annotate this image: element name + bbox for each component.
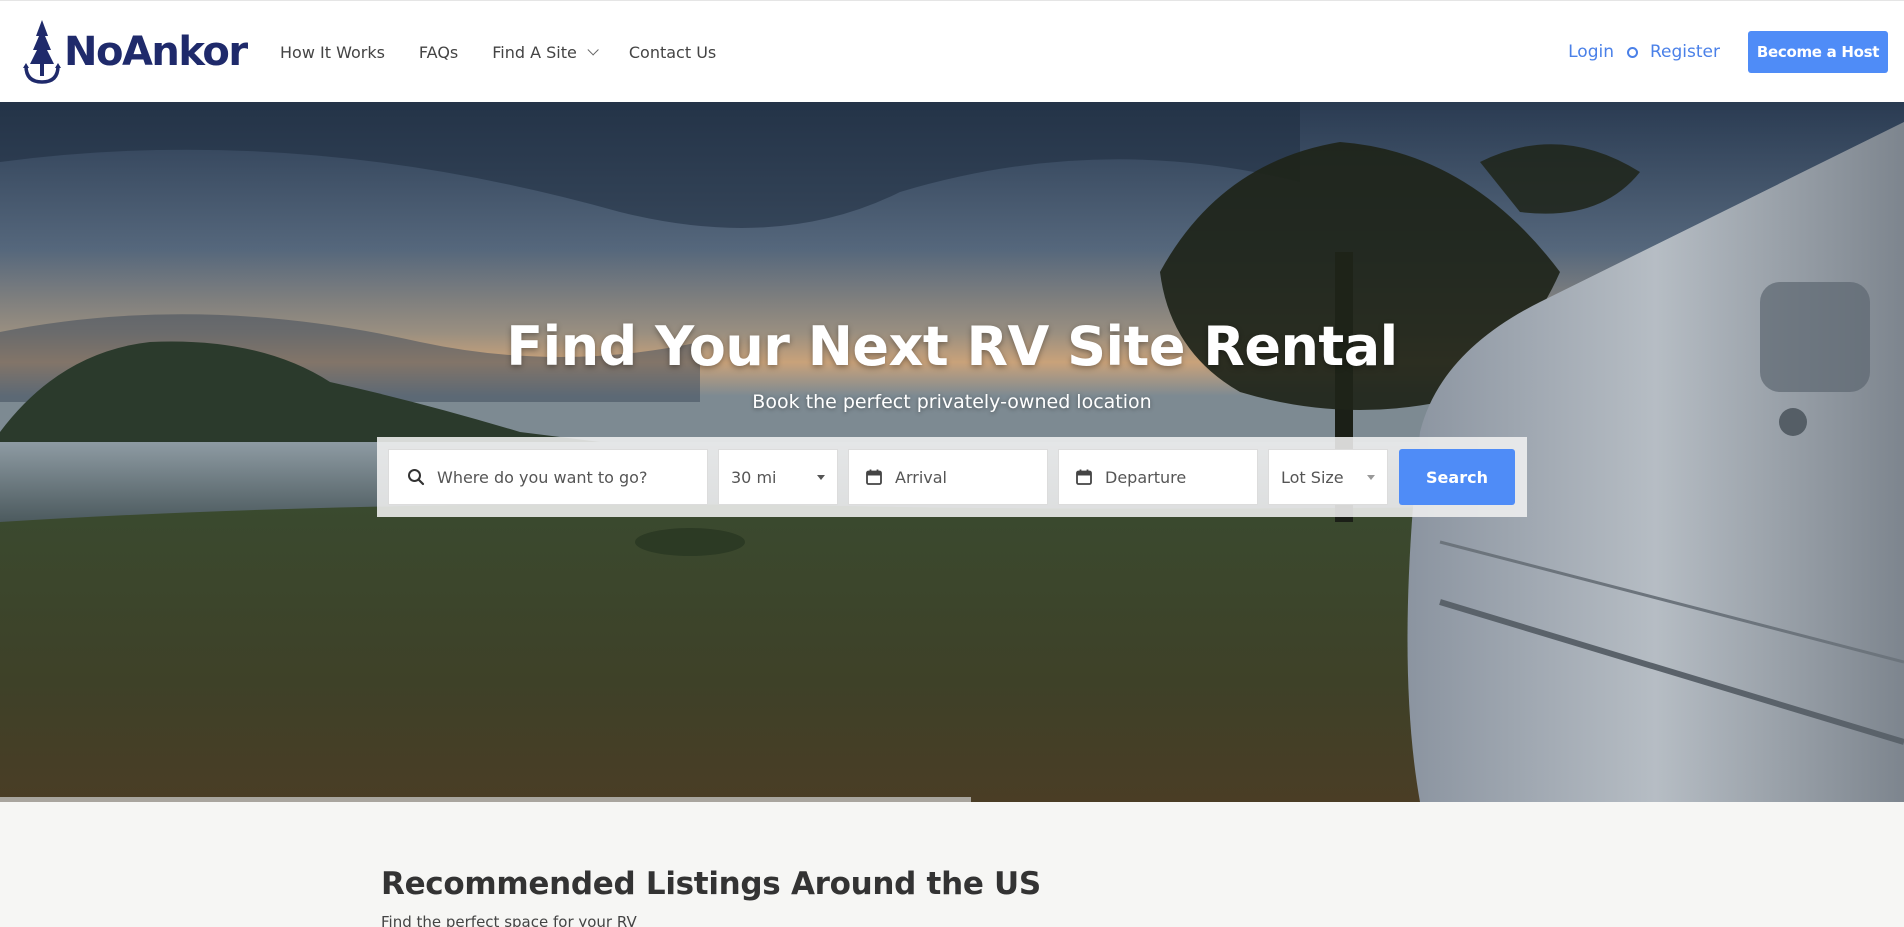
calendar-icon (1076, 469, 1092, 485)
site-header: NoAnkor How It Works FAQs Find A Site Co… (0, 0, 1904, 102)
lot-size-value: Lot Size (1281, 467, 1344, 487)
main-nav: How It Works FAQs Find A Site Contact Us (280, 1, 750, 103)
brand-logo[interactable]: NoAnkor (22, 17, 248, 87)
location-search-input[interactable]: Where do you want to go? (388, 449, 708, 505)
search-icon (408, 469, 425, 486)
nav-faqs[interactable]: FAQs (419, 43, 458, 62)
arrival-date-input[interactable]: Arrival (848, 449, 1048, 505)
caret-down-icon (817, 475, 825, 480)
nav-how-it-works[interactable]: How It Works (280, 43, 385, 62)
distance-select[interactable]: 30 mi (718, 449, 838, 505)
recommended-listings-subtitle: Find the perfect space for your RV (381, 913, 637, 927)
lot-size-select[interactable]: Lot Size (1268, 449, 1388, 505)
location-placeholder: Where do you want to go? (437, 467, 648, 487)
caret-down-icon (1367, 475, 1375, 480)
departure-date-input[interactable]: Departure (1058, 449, 1258, 505)
hero-title: Find Your Next RV Site Rental (506, 315, 1398, 378)
hero-banner: Find Your Next RV Site Rental Book the p… (0, 102, 1904, 802)
distance-value: 30 mi (731, 467, 777, 487)
hero-subtitle: Book the perfect privately-owned locatio… (752, 391, 1152, 413)
search-button[interactable]: Search (1399, 449, 1515, 505)
separator-circle-icon (1627, 46, 1638, 58)
arrival-placeholder: Arrival (895, 467, 947, 487)
recommended-listings-title: Recommended Listings Around the US (381, 866, 1041, 902)
calendar-icon (866, 469, 882, 485)
carousel-progress-bar (0, 797, 972, 802)
pine-anchor-icon (23, 20, 61, 84)
departure-placeholder: Departure (1105, 467, 1187, 487)
nav-find-a-site[interactable]: Find A Site (492, 42, 599, 62)
account-nav: Login Register Become a Host (1568, 1, 1888, 103)
chevron-down-icon (587, 44, 599, 56)
nav-find-a-site-label: Find A Site (492, 42, 577, 62)
nav-contact-us[interactable]: Contact Us (629, 43, 716, 62)
brand-name: NoAnkor (64, 29, 248, 75)
login-link[interactable]: Login (1568, 42, 1614, 62)
become-host-button[interactable]: Become a Host (1748, 31, 1888, 73)
search-bar: Where do you want to go? 30 mi Arrival D… (377, 437, 1527, 517)
register-link[interactable]: Register (1650, 42, 1720, 62)
